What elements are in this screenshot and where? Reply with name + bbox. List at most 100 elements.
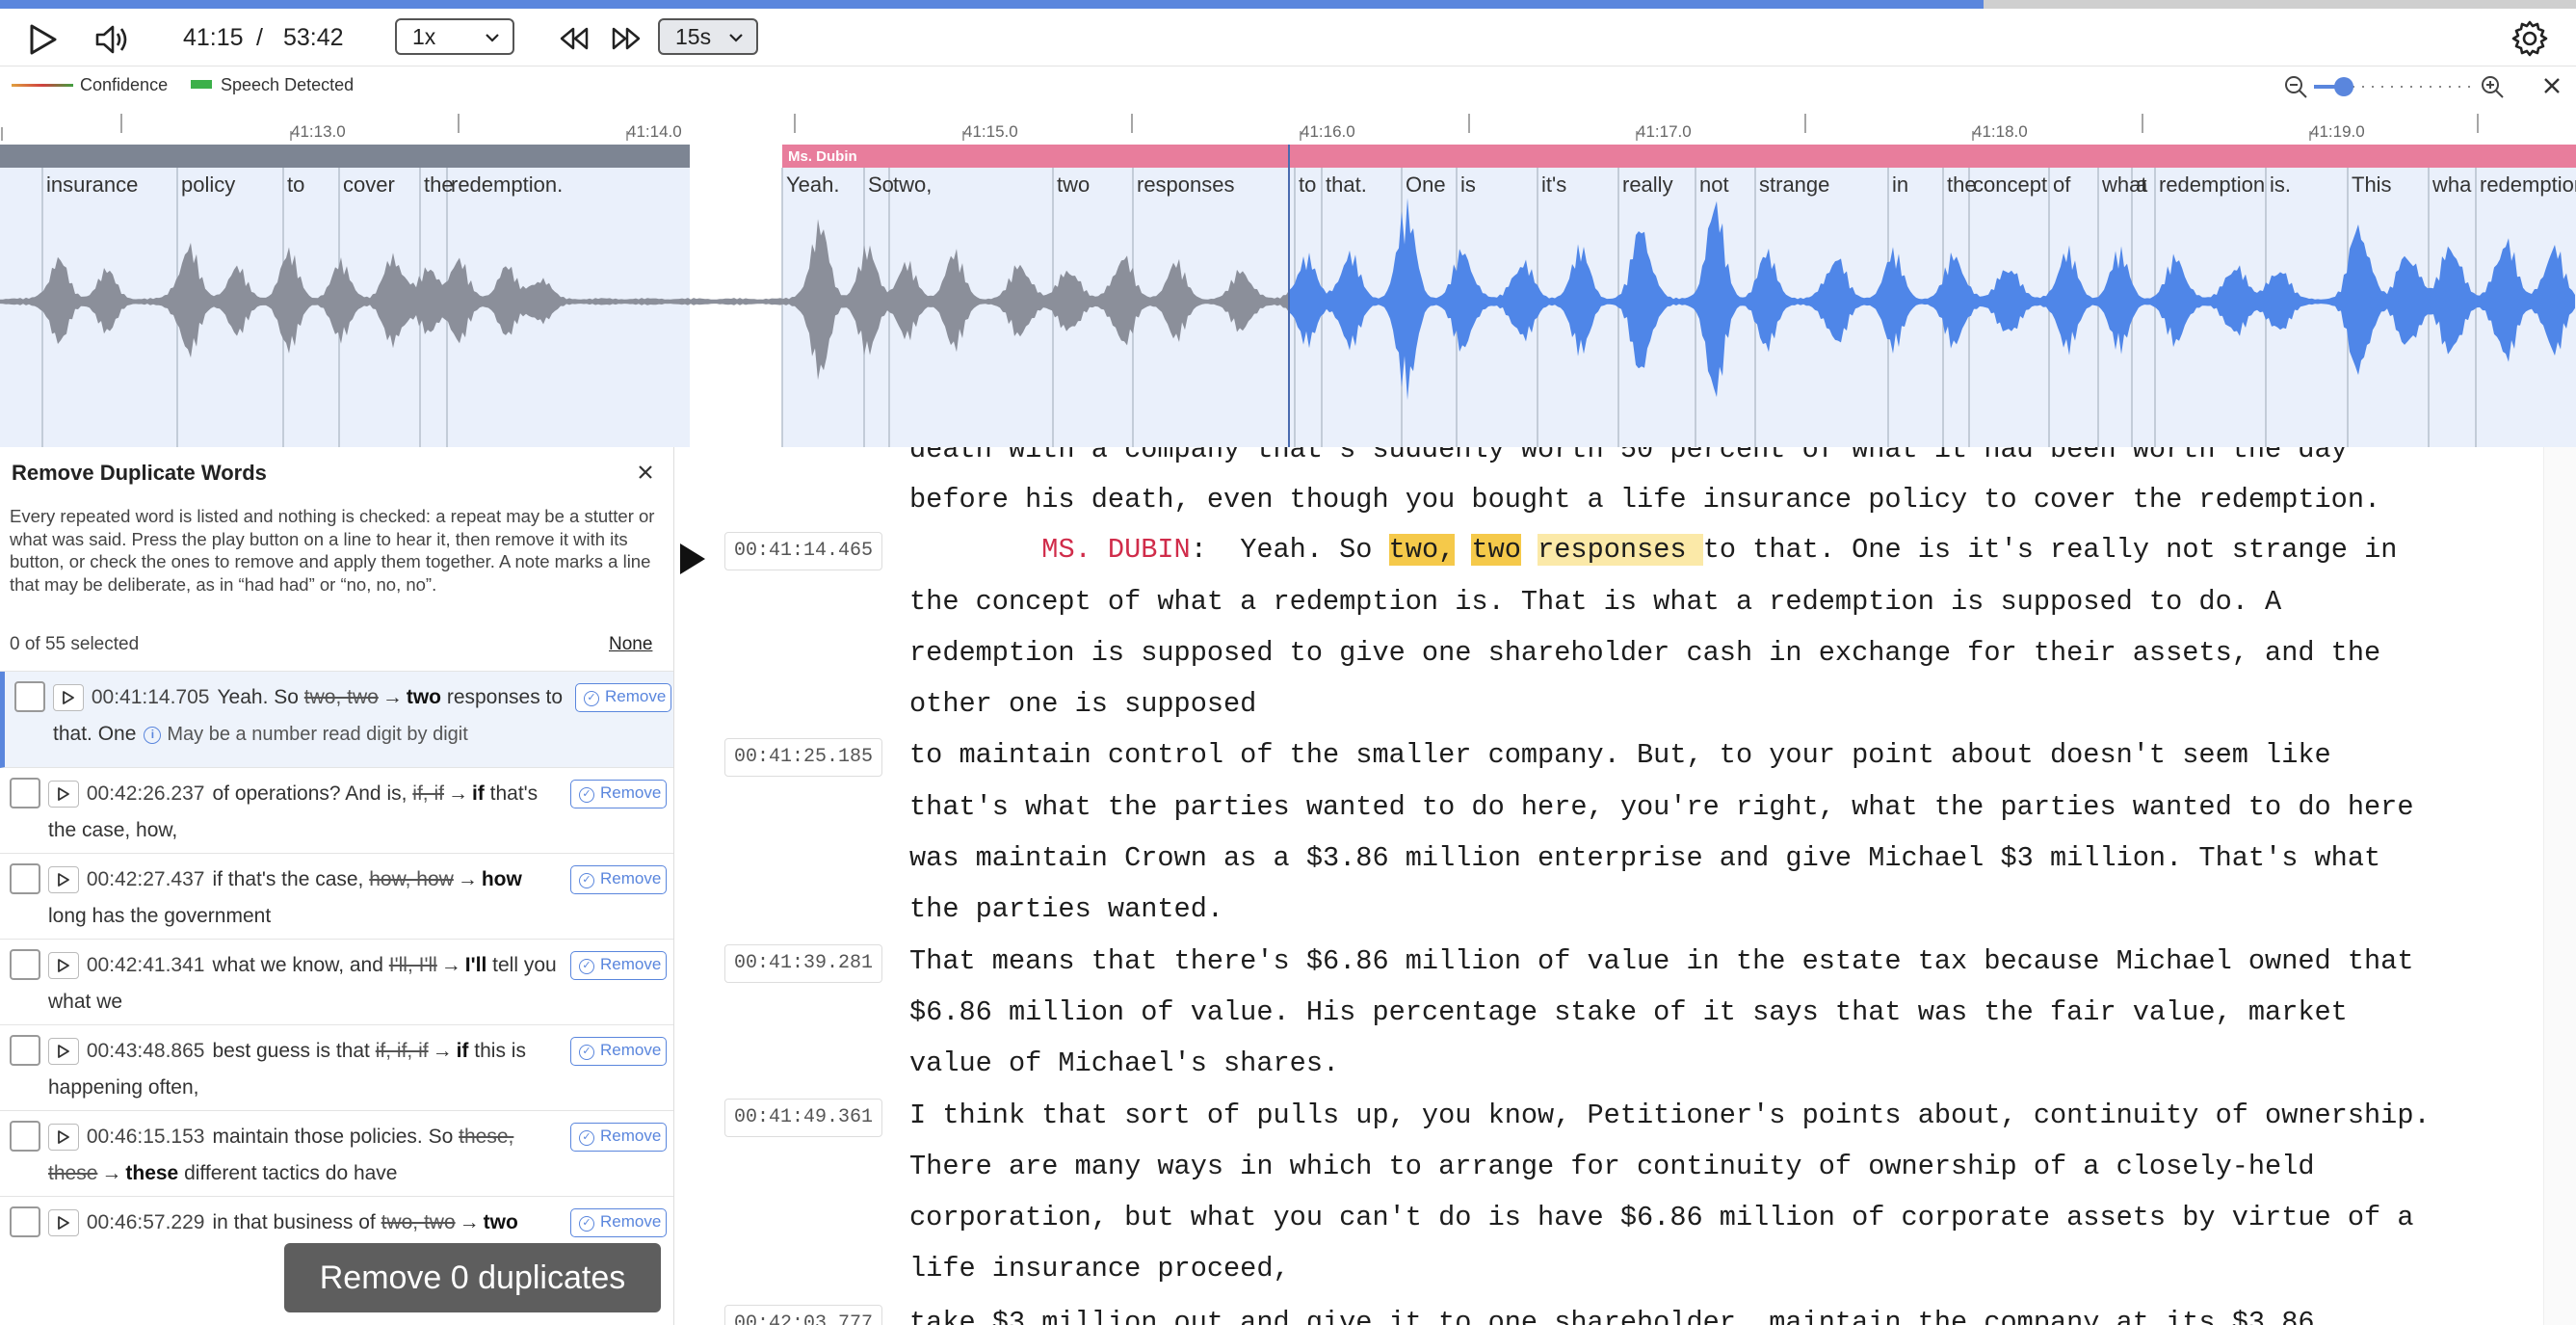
zoom-slider[interactable] [2312,77,2476,96]
waveform-word: two, [893,172,932,197]
playback-speed-value: 1x [412,24,436,49]
chevron-down-icon [729,34,743,42]
play-icon[interactable] [53,684,84,712]
waveform-word: really [1622,172,1673,197]
zoom-in-icon[interactable] [2480,74,2505,99]
gear-icon[interactable] [2510,18,2550,59]
segment-timestamp[interactable]: 00:41:14.465 [724,532,882,570]
remove-button-label: Remove [600,869,662,888]
transcript-line: that's what the parties wanted to do her… [909,791,2414,823]
play-icon[interactable] [48,1038,79,1066]
waveform-word: not [1699,172,1729,197]
close-icon[interactable] [632,459,659,486]
transcript-line: MS. DUBIN: Yeah. So two, two responses t… [1041,534,2398,566]
playback-progress-bar[interactable] [0,0,2576,9]
play-icon[interactable] [23,20,62,59]
segment-timestamp[interactable]: 00:41:49.361 [724,1099,882,1137]
info-icon: i [144,727,162,744]
waveform-word: cover [343,172,395,197]
skip-interval-select[interactable]: 15s [658,18,758,55]
remove-button-label: Remove [605,687,667,705]
waveform-word: redemption [2159,172,2265,197]
remove-button[interactable]: ✓ Remove [575,683,671,712]
speech-swatch [191,80,212,89]
remove-duplicates-button[interactable]: Remove 0 duplicates [284,1243,661,1312]
volume-icon[interactable] [92,20,131,59]
remove-button[interactable]: ✓ Remove [570,951,667,980]
ruler-tick-label: 41:13.0 [291,122,346,141]
play-icon[interactable] [48,1209,79,1237]
duplicate-item[interactable]: 00:42:41.341 what we know, and I'll, I'll… [0,940,673,1025]
duplicate-context-before: best guess is that [212,1040,370,1062]
duplicate-text: 00:42:26.237 of operations? And is, if, i… [48,776,564,849]
duplicate-checkbox[interactable] [10,1121,40,1152]
duplicate-struck-words: I'll, I'll [388,954,437,976]
transcript-line: take $3 million out and give it to one s… [909,1307,2315,1325]
replace-arrow-icon: → [432,1040,453,1062]
total-time: 53:42 [283,24,344,51]
waveform-word: to [1299,172,1316,197]
duplicate-item[interactable]: 00:42:27.437 if that's the case, how, how… [0,854,673,940]
duplicate-checkbox[interactable] [10,778,40,808]
remove-button[interactable]: ✓ Remove [570,1208,667,1237]
duplicate-text: 00:46:57.229 in that business of two, two… [48,1205,564,1241]
duplicate-context-after: different tactics do have [184,1162,398,1184]
remove-button[interactable]: ✓ Remove [570,1123,667,1152]
check-icon: ✓ [579,1045,594,1060]
check-icon: ✓ [579,959,594,974]
check-icon: ✓ [579,1216,594,1232]
duplicate-checkbox[interactable] [10,949,40,980]
transcript-line: death with a company that's suddenly wor… [909,447,2348,465]
confidence-legend: Confidence [10,75,168,95]
close-icon[interactable] [2539,73,2564,98]
duplicate-context-before: maintain those policies. So [212,1126,454,1148]
waveform-word: wha [2431,172,2472,197]
select-none-link[interactable]: None [609,634,652,655]
confidence-legend-label: Confidence [80,75,169,94]
segment-timestamp[interactable]: 00:42:03.777 [724,1305,882,1325]
segment-timestamp[interactable]: 00:41:25.185 [724,738,882,777]
duplicate-checkbox[interactable] [10,1206,40,1237]
remove-button[interactable]: ✓ Remove [570,865,667,894]
play-icon[interactable] [48,781,79,808]
play-icon[interactable] [48,866,79,894]
waveform-word: in [1892,172,1908,197]
fast-forward-icon[interactable] [609,22,644,55]
remove-button[interactable]: ✓ Remove [570,780,667,808]
audio-waveform[interactable]: Ms. Dubin insurance policy to cover theredem… [0,145,2576,447]
duplicate-item[interactable]: 00:41:14.705 Yeah. So two, two → two respon… [0,672,673,768]
remove-button[interactable]: ✓ Remove [570,1037,667,1066]
waveform-word: So [868,172,894,197]
duplicate-checkbox[interactable] [14,681,45,712]
time-separator: / [256,24,263,51]
transcript-view[interactable]: death with a company that's suddenly wor… [705,447,2545,1325]
duplicate-context-before: in that business of [212,1211,376,1233]
playback-speed-select[interactable]: 1x [395,18,514,55]
transcript-scrollbar[interactable] [2543,447,2576,1325]
waveform-word: is [1460,172,1476,197]
duplicate-context-before: what we know, and [212,954,383,976]
zoom-slider-thumb [2334,77,2353,96]
duplicate-list: 00:41:14.705 Yeah. So two, two → two respon… [0,671,673,1249]
duplicate-item[interactable]: 00:46:57.229 in that business of two, two… [0,1197,673,1249]
duplicate-item[interactable]: 00:43:48.865 best guess is that if, if, i… [0,1025,673,1111]
waveform-word: it's [1541,172,1566,197]
zoom-out-icon[interactable] [2283,74,2308,99]
duplicate-item[interactable]: 00:46:15.153 maintain those policies. So … [0,1111,673,1197]
rewind-icon[interactable] [557,22,591,55]
waveform-word: two [1057,172,1090,197]
play-icon[interactable] [48,1124,79,1152]
segment-timestamp[interactable]: 00:41:39.281 [724,944,882,983]
selection-count: 0 of 55 selected [10,634,140,654]
duplicate-item[interactable]: 00:42:26.237 of operations? And is, if, i… [0,768,673,854]
remove-button-label: Remove [600,783,662,802]
waveform-word: responses [1137,172,1235,197]
duplicate-text: 00:42:27.437 if that's the case, how, how… [48,861,564,935]
duplicate-checkbox[interactable] [10,1035,40,1066]
duplicate-checkbox[interactable] [10,863,40,894]
speaker-band-unknown [0,145,690,168]
speaker-name[interactable]: MS. DUBIN [1041,534,1190,566]
play-icon[interactable] [48,952,79,980]
check-icon: ✓ [584,691,599,706]
duplicate-highlight: two [1471,534,1521,566]
